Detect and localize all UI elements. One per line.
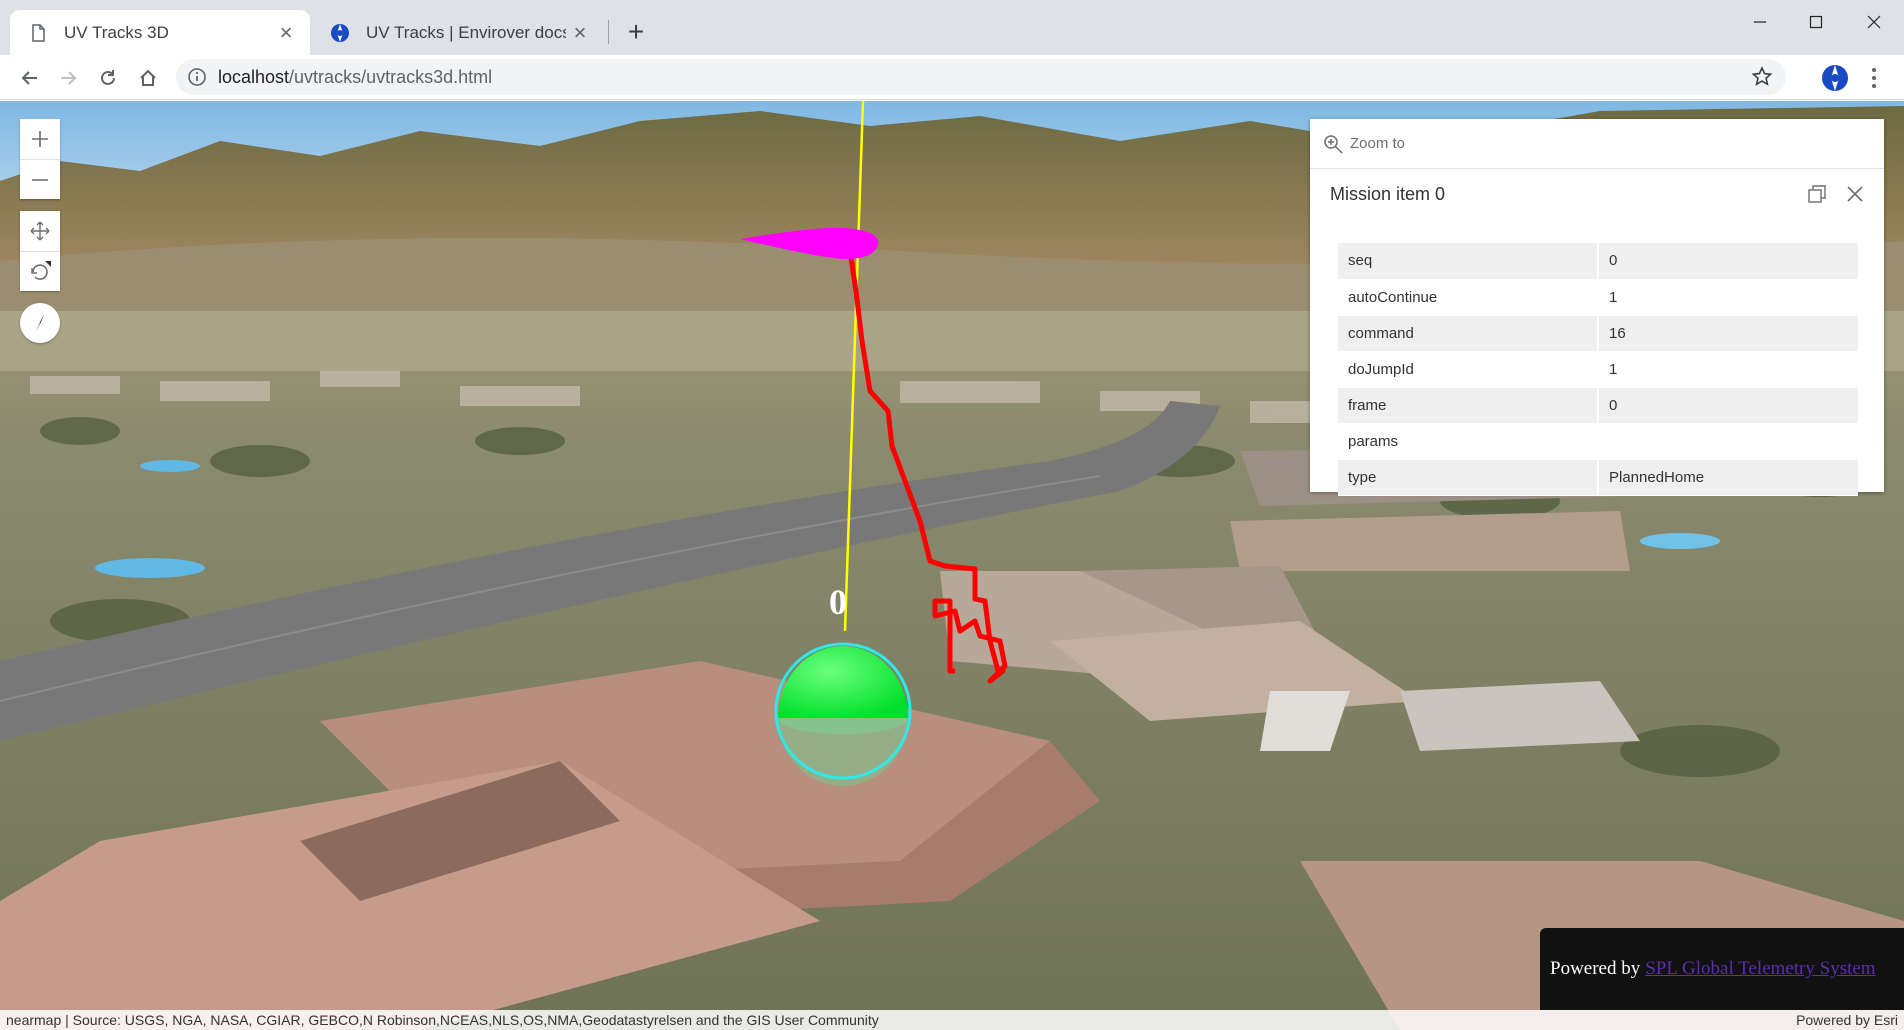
close-tab-icon[interactable]: × (566, 19, 594, 47)
plus-icon (32, 131, 48, 147)
popup-header: Mission item 0 (1310, 169, 1884, 219)
table-row: frame 0 (1338, 387, 1858, 424)
browser-toolbar: localhost/uvtracks/uvtracks3d.html (0, 55, 1904, 100)
attribute-value: 0 (1598, 387, 1858, 424)
minus-icon (32, 178, 48, 181)
maximize-button[interactable] (1788, 4, 1844, 40)
attribute-name: type (1338, 459, 1599, 496)
attribute-name: autoContinue (1338, 279, 1599, 316)
scene-view[interactable]: 0 Zoom to Mission item 0 seq 0 autoConti… (0, 101, 1904, 1030)
table-row: type PlannedHome (1338, 459, 1858, 496)
pan-button[interactable] (20, 211, 60, 251)
zoom-in-button[interactable] (20, 119, 60, 159)
table-row: params (1338, 423, 1858, 460)
attribute-name: params (1338, 423, 1599, 460)
more-vert-icon[interactable] (1862, 63, 1886, 93)
table-row: seq 0 (1338, 243, 1858, 280)
attribute-name: frame (1338, 387, 1599, 424)
table-row: doJumpId 1 (1338, 351, 1858, 388)
zoom-out-button[interactable] (20, 159, 60, 199)
attribution-bar: nearmap | Source: USGS, NGA, NASA, CGIAR… (0, 1010, 1904, 1030)
tab-envirover-docs[interactable]: UV Tracks | Envirover docs × (312, 10, 604, 55)
home-button[interactable] (130, 60, 166, 96)
powered-by-esri[interactable]: Powered by Esri (1796, 1012, 1898, 1028)
tab-title: UV Tracks 3D (64, 22, 169, 42)
bookmark-star-icon[interactable] (1750, 65, 1774, 89)
powered-by-text: Powered by (1550, 958, 1641, 979)
attribute-value: 16 (1598, 315, 1858, 352)
attribution-text: nearmap | Source: USGS, NGA, NASA, CGIAR… (6, 1012, 879, 1028)
attribute-value: 1 (1598, 279, 1858, 316)
spl-telemetry-link[interactable]: SPL Global Telemetry System (1645, 958, 1875, 980)
forward-button[interactable] (50, 60, 86, 96)
zoom-controls (20, 119, 60, 199)
navigation-controls (20, 211, 60, 291)
home-icon (140, 69, 156, 86)
table-row: command 16 (1338, 315, 1858, 352)
pan-icon (30, 221, 50, 241)
reload-icon (101, 70, 115, 85)
tab-strip: UV Tracks 3D × UV Tracks | Envirover doc… (0, 0, 1904, 55)
page-icon (28, 23, 48, 43)
table-row: autoContinue 1 (1338, 279, 1858, 316)
close-icon (1847, 186, 1863, 202)
zoom-to-icon (1324, 134, 1343, 154)
zoom-to-action[interactable]: Zoom to (1310, 119, 1884, 169)
back-button[interactable] (12, 60, 48, 96)
compass-icon (36, 315, 44, 331)
attribute-name: doJumpId (1338, 351, 1599, 388)
attribute-value (1598, 423, 1858, 460)
info-icon[interactable] (186, 66, 208, 88)
dock-icon (1808, 185, 1826, 203)
attribute-name: command (1338, 315, 1599, 352)
attribute-value: 0 (1598, 243, 1858, 280)
dock-button[interactable] (1804, 181, 1830, 207)
rotate-icon (31, 260, 51, 280)
arrow-left-icon (21, 71, 37, 85)
popup-panel: Zoom to Mission item 0 seq 0 autoContinue… (1310, 119, 1884, 496)
attribute-value: 1 (1598, 351, 1858, 388)
tab-title: UV Tracks | Envirover docs (366, 22, 566, 42)
popup-title: Mission item 0 (1330, 183, 1446, 204)
arrow-right-icon (61, 71, 77, 85)
attribute-value: PlannedHome (1598, 459, 1858, 496)
new-tab-button[interactable]: + (620, 16, 652, 48)
reload-button[interactable] (90, 60, 126, 96)
waypoint-label: 0 (829, 582, 847, 622)
zoom-to-label: Zoom to (1350, 135, 1406, 152)
tab-divider (608, 20, 609, 44)
tab-uv-tracks-3d[interactable]: UV Tracks 3D × (10, 10, 310, 55)
close-tab-icon[interactable]: × (272, 19, 300, 47)
profile-avatar-icon[interactable] (1820, 63, 1850, 93)
attribute-table: seq 0 autoContinue 1 command 16 doJumpId 1 f… (1338, 243, 1858, 496)
powered-by-banner: Powered by SPL Global Telemetry System (1540, 928, 1904, 1010)
close-window-button[interactable] (1846, 4, 1902, 40)
envirover-logo-icon (330, 23, 350, 43)
address-bar[interactable]: localhost/uvtracks/uvtracks3d.html (176, 59, 1786, 95)
rotate-button[interactable] (20, 251, 60, 291)
attribute-name: seq (1338, 243, 1599, 280)
url-text: localhost/uvtracks/uvtracks3d.html (218, 66, 493, 87)
close-popup-button[interactable] (1842, 181, 1868, 207)
minimize-button[interactable] (1732, 4, 1788, 40)
compass-button[interactable] (20, 303, 60, 343)
